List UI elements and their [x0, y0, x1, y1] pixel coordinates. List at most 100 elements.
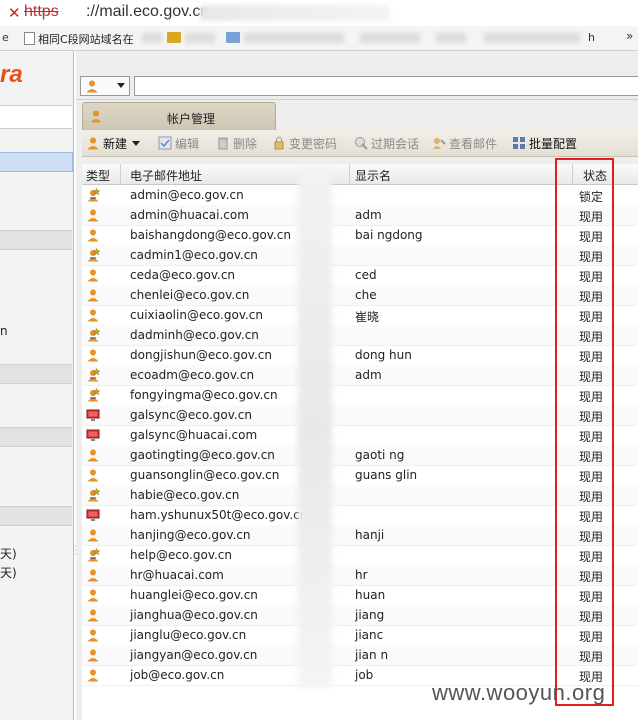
user-icon	[87, 309, 99, 322]
display-name-cell: bai ngdong	[355, 228, 423, 242]
user-icon	[87, 589, 99, 602]
column-divider[interactable]	[120, 164, 121, 184]
new-button[interactable]: 新建	[86, 135, 141, 151]
display-name-cell: huan	[355, 588, 386, 602]
email-cell: gaotingting@eco.gov.cn	[130, 448, 275, 462]
change-password-button[interactable]: 变更密码	[272, 135, 337, 151]
bookmark-redaction	[142, 33, 162, 43]
bookmark-redaction	[484, 33, 580, 43]
column-divider[interactable]	[349, 164, 350, 184]
sidebar-item-label[interactable]: 天)	[0, 545, 17, 562]
display-name-cell: jian n	[355, 648, 389, 662]
tab-account-management[interactable]: 帐户管理	[82, 102, 276, 130]
change-password-label: 变更密码	[289, 136, 338, 151]
email-cell: jiangyan@eco.gov.cn	[130, 648, 258, 662]
email-cell: habie@eco.gov.cn	[130, 488, 240, 502]
column-header-email[interactable]: 电子邮件地址	[130, 167, 202, 184]
sidebar-search-box[interactable]	[0, 105, 72, 129]
main-panel: 帐户管理 新建 编辑 删除 变更密码 过期会话 查看邮件 批量配置 类型 电子邮…	[76, 51, 638, 720]
top-bar	[76, 73, 638, 100]
email-cell: admin@eco.gov.cn	[130, 188, 244, 202]
display-name-cell: adm	[355, 368, 382, 382]
user-icon	[87, 569, 99, 582]
email-cell: job@eco.gov.cn	[130, 668, 225, 682]
email-cell: jianglu@eco.gov.cn	[130, 628, 247, 642]
email-cell: huanglei@eco.gov.cn	[130, 588, 258, 602]
chevron-down-icon	[117, 83, 125, 88]
email-cell: chenlei@eco.gov.cn	[130, 288, 250, 302]
email-cell: cadmin1@eco.gov.cn	[130, 248, 258, 262]
display-name-cell: che	[355, 288, 377, 302]
email-cell: fongyingma@eco.gov.cn	[130, 388, 278, 402]
url-protocol: https	[24, 3, 59, 20]
sidebar-section-header[interactable]	[0, 506, 72, 526]
email-cell: guansonglin@eco.gov.cn	[130, 468, 280, 482]
admin-user-icon	[87, 248, 100, 262]
user-icon	[87, 289, 99, 302]
bookmark-redaction	[436, 33, 466, 43]
folder-icon[interactable]	[226, 32, 240, 43]
user-icon	[87, 449, 99, 462]
sidebar-section-header[interactable]	[0, 230, 72, 250]
admin-user-icon	[87, 388, 100, 402]
email-cell: hanjing@eco.gov.cn	[130, 528, 251, 542]
user-icon	[87, 469, 99, 482]
view-mail-button[interactable]: 查看邮件	[432, 135, 497, 151]
view-mail-icon	[433, 138, 446, 149]
app-logo: ra	[0, 61, 23, 88]
email-cell: jianghua@eco.gov.cn	[130, 608, 258, 622]
bookmark-redaction	[360, 33, 420, 43]
email-cell: hr@huacai.com	[130, 568, 224, 582]
admin-user-icon	[87, 188, 100, 202]
column-header-display[interactable]: 显示名	[355, 167, 391, 184]
chevron-down-icon	[132, 140, 141, 146]
lock-icon	[274, 137, 284, 150]
sidebar-section-header[interactable]	[0, 364, 72, 384]
user-icon	[87, 269, 99, 282]
batch-config-button[interactable]: 批量配置	[512, 135, 577, 151]
delete-button[interactable]: 删除	[216, 135, 257, 151]
bookmarks-overflow-button[interactable]: »	[626, 29, 633, 43]
edit-button[interactable]: 编辑	[158, 135, 199, 151]
admin-user-icon	[87, 328, 100, 342]
user-icon	[87, 229, 99, 242]
bookmark-item[interactable]: h	[588, 31, 595, 44]
address-bar[interactable]: ✕ https ://mail.eco.gov.cn	[0, 0, 638, 27]
sidebar-item-label[interactable]: 天)	[0, 564, 17, 581]
bookmark-item[interactable]: 相同C段网站域名在	[38, 31, 134, 47]
search-input[interactable]	[134, 76, 638, 96]
bookmark-redaction	[244, 33, 344, 43]
user-icon	[87, 209, 99, 222]
user-icon	[87, 629, 99, 642]
email-cell: dadminh@eco.gov.cn	[130, 328, 259, 342]
bookmark-edge-text: e	[2, 31, 9, 44]
display-name-cell: dong hun	[355, 348, 412, 362]
sidebar-item-label[interactable]: n	[0, 324, 8, 338]
admin-user-icon	[87, 368, 100, 382]
expire-session-label: 过期会话	[371, 136, 420, 151]
expire-icon	[355, 137, 368, 150]
bookmarks-bar: e 相同C段网站域名在 h »	[0, 26, 638, 51]
display-name-cell: jiang	[355, 608, 385, 622]
expire-session-button[interactable]: 过期会话	[354, 135, 419, 151]
display-name-cell: ced	[355, 268, 377, 282]
column-header-type[interactable]: 类型	[86, 167, 110, 184]
user-icon	[87, 669, 99, 682]
email-cell: help@eco.gov.cn	[130, 548, 233, 562]
user-icon	[86, 80, 98, 93]
folder-icon[interactable]	[167, 32, 181, 43]
url-host: ://mail.eco.gov.cn	[86, 3, 210, 20]
user-icon	[87, 529, 99, 542]
sidebar-section-header[interactable]	[0, 427, 72, 447]
display-name-cell: gaoti ng	[355, 448, 405, 462]
system-account-icon	[86, 509, 100, 521]
sidebar-selected-item[interactable]	[0, 152, 73, 172]
insecure-icon: ✕	[8, 4, 21, 22]
tab-label: 帐户管理	[167, 112, 216, 126]
display-name-cell: jianc	[355, 628, 384, 642]
user-menu-dropdown[interactable]	[80, 76, 130, 96]
user-icon	[87, 609, 99, 622]
batch-config-label: 批量配置	[529, 136, 578, 151]
display-name-redaction	[298, 168, 332, 688]
email-cell: baishangdong@eco.gov.cn	[130, 228, 291, 242]
